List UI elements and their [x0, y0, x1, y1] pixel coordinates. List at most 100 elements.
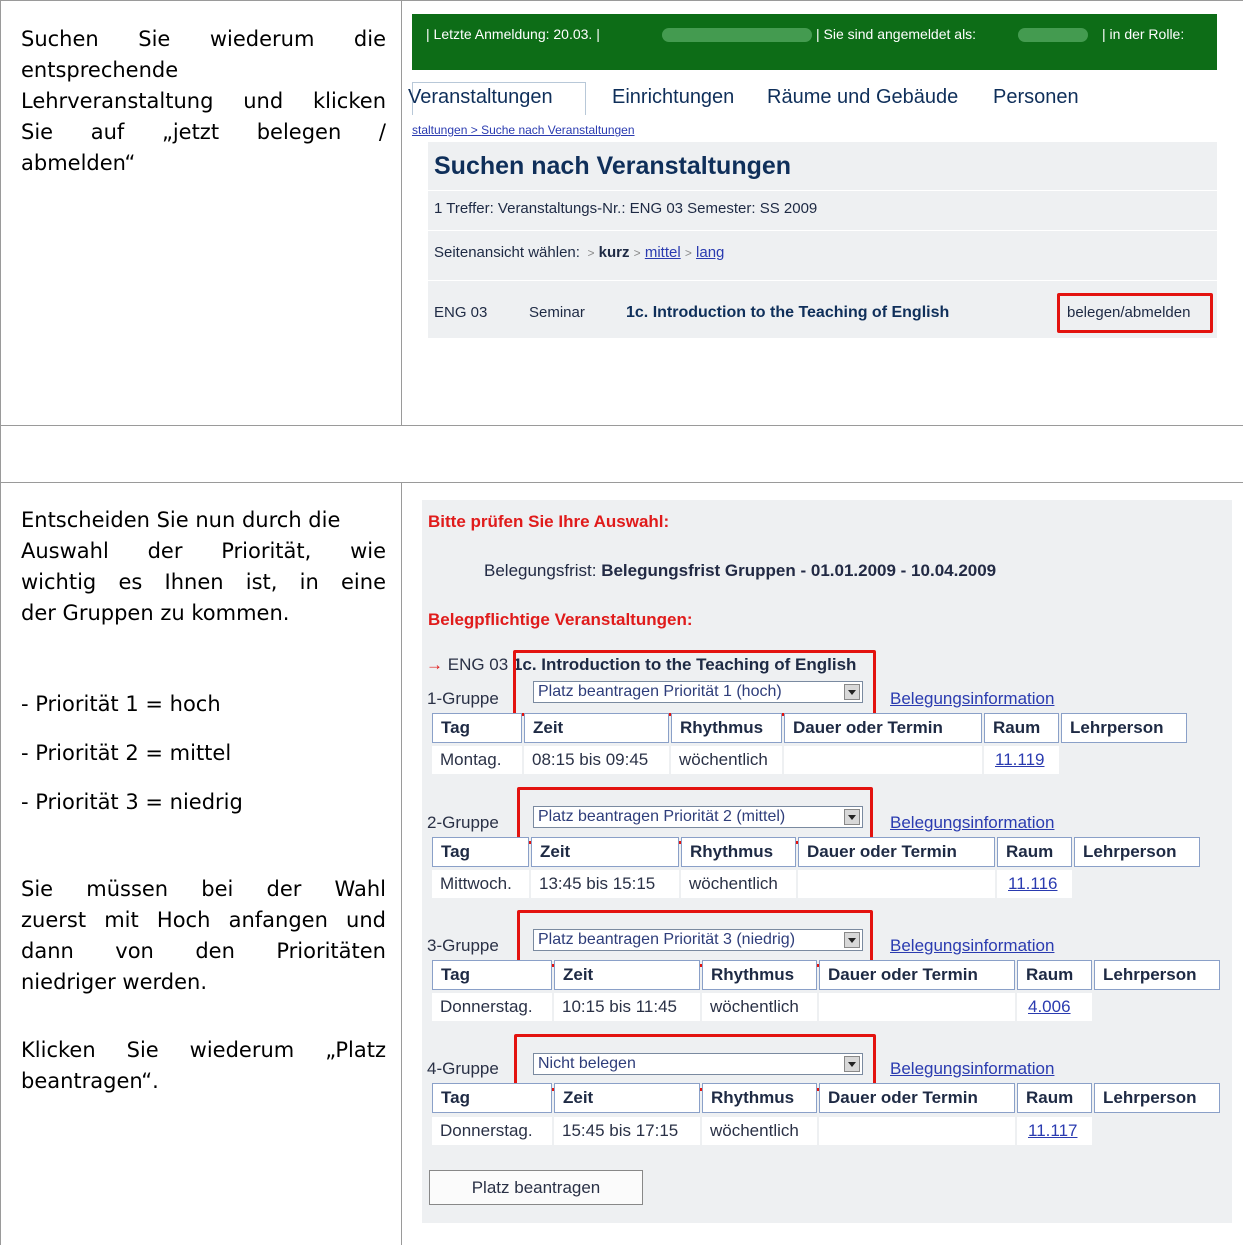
- last-login-text: | Letzte Anmeldung: 20.03. |: [426, 26, 600, 42]
- breadcrumb: staltungen > Suche nach Veranstaltungen: [412, 123, 635, 137]
- cell-duration: [819, 1117, 1015, 1145]
- priority-item: - Priorität 1 = hoch: [21, 692, 221, 716]
- instruction-line: Klicken Sie wiederum „Platz: [21, 1038, 386, 1062]
- request-place-button[interactable]: Platz beantragen: [429, 1170, 643, 1205]
- tab-personen[interactable]: Personen: [993, 86, 1079, 109]
- cell-rhythm: wöchentlich: [681, 870, 796, 898]
- column-divider: [401, 0, 402, 425]
- group-label: 2-Gruppe: [427, 813, 499, 832]
- result-number: ENG 03: [434, 304, 488, 321]
- room-link[interactable]: 4.006: [1025, 997, 1071, 1016]
- view-mittel[interactable]: mittel: [645, 244, 681, 261]
- highlight-box: [517, 910, 873, 967]
- instruction-line: wichtig es Ihnen ist, in eine: [21, 570, 386, 594]
- tab-veranstaltungen[interactable]: Veranstaltungen: [408, 86, 553, 109]
- col-header-dauer: Dauer oder Termin: [798, 837, 995, 867]
- view-label: Seitenansicht wählen:: [434, 244, 580, 261]
- highlight-box: [1057, 293, 1213, 333]
- col-header-tag: Tag: [432, 837, 529, 867]
- result-type: Seminar: [529, 304, 585, 321]
- hits-text: 1 Treffer: Veranstaltungs-Nr.: ENG 03 Se…: [434, 200, 818, 217]
- cell-time: 15:45 bis 17:15: [554, 1117, 700, 1145]
- col-header-zeit: Zeit: [554, 960, 700, 990]
- instruction-line: dann von den Prioritäten: [21, 939, 386, 963]
- cell-duration: [798, 870, 995, 898]
- room-link[interactable]: 11.119: [992, 750, 1044, 769]
- view-lang[interactable]: lang: [696, 244, 724, 261]
- col-header-rhythmus: Rhythmus: [702, 1083, 817, 1113]
- instruction-text-2: Entscheiden Sie nun durch die Auswahl de…: [21, 505, 386, 629]
- mandatory-heading: Belegpflichtige Veranstaltungen:: [428, 610, 693, 629]
- group-info-link[interactable]: Belegungsinformation: [890, 813, 1054, 833]
- blurred-username: [1018, 28, 1088, 42]
- highlight-box: [517, 787, 873, 844]
- highlight-box: [513, 650, 876, 716]
- group-info-link[interactable]: Belegungsinformation: [890, 1059, 1054, 1079]
- arrow-right-icon: →: [426, 655, 443, 674]
- priority-item: - Priorität 2 = mittel: [21, 741, 232, 765]
- cell-day: Montag.: [432, 746, 522, 774]
- group-info-link[interactable]: Belegungsinformation: [890, 689, 1054, 709]
- instruction-text-4: Klicken Sie wiederum „Platz beantragen“.: [21, 1035, 386, 1097]
- breadcrumb-link[interactable]: staltungen: [412, 123, 467, 137]
- cell-duration: [819, 993, 1015, 1021]
- cell-duration: [784, 746, 982, 774]
- col-header-tag: Tag: [432, 713, 522, 743]
- col-header-dauer: Dauer oder Termin: [784, 713, 982, 743]
- instruction-line: Sie auf „jetzt belegen /: [21, 120, 386, 144]
- group-label: 1-Gruppe: [427, 689, 499, 708]
- cell-rhythm: wöchentlich: [702, 1117, 817, 1145]
- instruction-text-3: Sie müssen bei der Wahl zuerst mit Hoch …: [21, 874, 386, 998]
- instruction-line: Entscheiden Sie nun durch die: [21, 508, 341, 532]
- cell-day: Mittwoch.: [432, 870, 529, 898]
- col-header-raum: Raum: [997, 837, 1072, 867]
- col-header-lehrperson: Lehrperson: [1074, 837, 1200, 867]
- instruction-line: abmelden“: [21, 151, 136, 175]
- col-header-zeit: Zeit: [524, 713, 669, 743]
- tab-einrichtungen[interactable]: Einrichtungen: [612, 86, 734, 109]
- instruction-line: Suchen Sie wiederum die: [21, 27, 386, 51]
- panel-divider: [428, 280, 1217, 281]
- col-header-raum: Raum: [1017, 960, 1092, 990]
- deadline-label: Belegungsfrist:: [484, 561, 597, 580]
- blurred-name: [662, 28, 812, 42]
- view-kurz[interactable]: kurz: [599, 244, 630, 261]
- instruction-line: beantragen“.: [21, 1069, 159, 1093]
- priority-item: - Priorität 3 = niedrig: [21, 790, 243, 814]
- result-course-name: 1c. Introduction to the Teaching of Engl…: [626, 304, 950, 321]
- col-header-rhythmus: Rhythmus: [681, 837, 796, 867]
- cell-rhythm: wöchentlich: [702, 993, 817, 1021]
- cell-room: 11.119: [984, 746, 1059, 774]
- login-status-bar: | Letzte Anmeldung: 20.03. | | Sie sind …: [412, 14, 1217, 70]
- col-header-lehrperson: Lehrperson: [1061, 713, 1187, 743]
- row-divider: [0, 425, 1243, 426]
- col-header-lehrperson: Lehrperson: [1094, 960, 1220, 990]
- cell-room: 11.116: [997, 870, 1072, 898]
- group-info-link[interactable]: Belegungsinformation: [890, 936, 1054, 956]
- col-header-raum: Raum: [1017, 1083, 1092, 1113]
- chevron-right-icon: >: [633, 246, 641, 260]
- instruction-line: der Gruppen zu kommen.: [21, 601, 290, 625]
- table-top-border: [0, 0, 1243, 1]
- col-header-rhythmus: Rhythmus: [702, 960, 817, 990]
- breadcrumb-separator: >: [467, 123, 482, 137]
- col-header-lehrperson: Lehrperson: [1094, 1083, 1220, 1113]
- row-divider: [0, 482, 1243, 483]
- col-header-zeit: Zeit: [554, 1083, 700, 1113]
- instruction-text-1: Suchen Sie wiederum die entsprechende Le…: [21, 24, 386, 179]
- cell-room: 4.006: [1017, 993, 1092, 1021]
- col-header-tag: Tag: [432, 960, 552, 990]
- page-title: Suchen nach Veranstaltungen: [434, 152, 792, 180]
- breadcrumb-link[interactable]: Suche nach Veranstaltungen: [481, 123, 634, 137]
- instruction-line: Auswahl der Priorität, wie: [21, 539, 386, 563]
- chevron-right-icon: >: [684, 246, 692, 260]
- room-link[interactable]: 11.116: [1005, 874, 1057, 893]
- panel-divider: [428, 190, 1217, 191]
- tab-raeume-und-gebaeude[interactable]: Räume und Gebäude: [767, 86, 958, 109]
- col-header-dauer: Dauer oder Termin: [819, 1083, 1015, 1113]
- cell-day: Donnerstag.: [432, 993, 552, 1021]
- chevron-right-icon: >: [584, 246, 595, 260]
- course-number: ENG 03: [447, 655, 509, 674]
- room-link[interactable]: 11.117: [1025, 1121, 1077, 1140]
- instruction-line: entsprechende: [21, 58, 179, 82]
